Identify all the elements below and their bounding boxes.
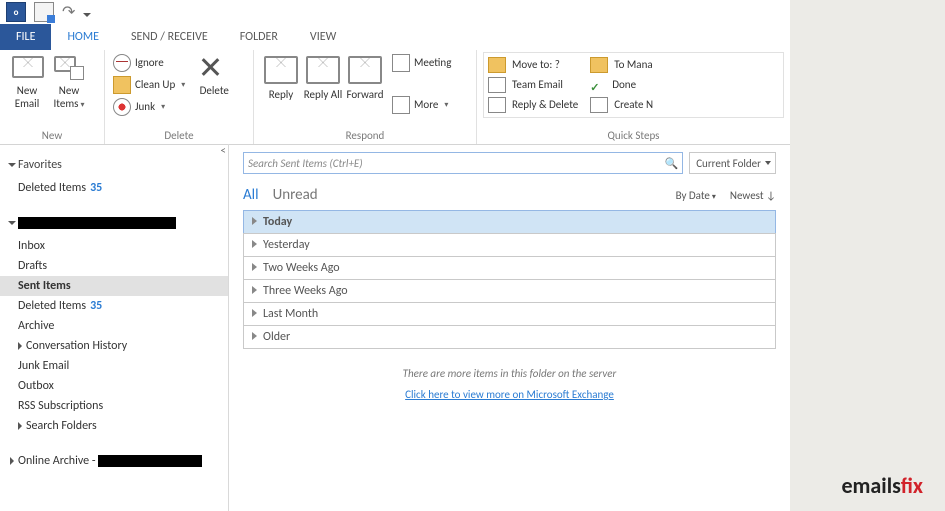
- outlook-icon: o: [6, 2, 26, 22]
- account-header[interactable]: [10, 216, 228, 230]
- group-today[interactable]: Today: [243, 210, 776, 233]
- undo-icon[interactable]: ↶: [62, 2, 75, 22]
- folder-pane: < Favorites Deleted Items35 Inbox Drafts…: [0, 144, 229, 511]
- delete-button[interactable]: Delete: [193, 52, 235, 97]
- nav-rss[interactable]: RSS Subscriptions: [0, 396, 228, 416]
- group-quick-steps-label: Quick Steps: [477, 128, 790, 144]
- nav-junk-email[interactable]: Junk Email: [0, 356, 228, 376]
- online-archive-header[interactable]: Online Archive -: [10, 454, 228, 468]
- delete-label: Delete: [200, 84, 229, 97]
- qs-create-new[interactable]: Create N: [590, 95, 653, 115]
- watermark: emailsfix: [841, 472, 923, 499]
- new-items-button[interactable]: New Items▾: [48, 52, 90, 112]
- collapse-nav-icon[interactable]: <: [221, 144, 226, 157]
- tab-folder[interactable]: FOLDER: [224, 24, 294, 50]
- new-items-label: New Items▾: [48, 84, 90, 112]
- qs-to-manager[interactable]: To Mana: [590, 55, 653, 75]
- nav-conversation-history[interactable]: Conversation History: [0, 336, 228, 356]
- nav-deleted-items[interactable]: Deleted Items35: [0, 296, 228, 316]
- fav-deleted-items[interactable]: Deleted Items35: [0, 178, 228, 198]
- group-older[interactable]: Older: [243, 325, 776, 349]
- nav-archive[interactable]: Archive: [0, 316, 228, 336]
- group-yesterday[interactable]: Yesterday: [243, 233, 776, 256]
- group-delete-label: Delete: [105, 128, 253, 144]
- tab-file[interactable]: FILE: [0, 24, 51, 50]
- qat-send-receive-icon[interactable]: [34, 2, 54, 22]
- date-groups: Today Yesterday Two Weeks Ago Three Week…: [243, 210, 776, 349]
- new-email-button[interactable]: New Email: [6, 52, 48, 110]
- search-input[interactable]: Search Sent Items (Ctrl+E)🔍: [243, 152, 683, 174]
- search-icon[interactable]: 🔍: [664, 157, 678, 170]
- qs-done[interactable]: ✓Done: [590, 75, 653, 95]
- ignore-button[interactable]: Ignore: [111, 52, 187, 74]
- message-list-pane: Search Sent Items (Ctrl+E)🔍 Current Fold…: [229, 144, 790, 511]
- nav-search-folders[interactable]: Search Folders: [0, 416, 228, 436]
- group-three-weeks[interactable]: Three Weeks Ago: [243, 279, 776, 302]
- more-respond-button[interactable]: More▾: [390, 94, 453, 116]
- search-scope-dropdown[interactable]: Current Folder: [689, 152, 776, 174]
- nav-drafts[interactable]: Drafts: [0, 256, 228, 276]
- tab-home[interactable]: HOME: [51, 24, 115, 50]
- nav-outbox[interactable]: Outbox: [0, 376, 228, 396]
- group-new-label: New: [0, 128, 104, 144]
- group-last-month[interactable]: Last Month: [243, 302, 776, 325]
- sort-arrow-icon: ↓: [766, 189, 776, 202]
- sort-newest[interactable]: Newest ↓: [730, 189, 776, 202]
- nav-sent-items[interactable]: Sent Items: [0, 276, 228, 296]
- nav-inbox[interactable]: Inbox: [0, 236, 228, 256]
- forward-button[interactable]: Forward: [344, 52, 386, 101]
- new-email-label: New Email: [6, 84, 48, 110]
- meeting-button[interactable]: Meeting: [390, 52, 453, 74]
- tab-send-receive[interactable]: SEND / RECEIVE: [115, 24, 224, 50]
- more-items-message: There are more items in this folder on t…: [243, 367, 776, 380]
- reply-all-button[interactable]: Reply All: [302, 52, 344, 101]
- sort-by-date[interactable]: By Date▾: [676, 189, 716, 202]
- qs-move-to[interactable]: Move to: ?: [488, 55, 578, 75]
- clean-up-button[interactable]: Clean Up▾: [111, 74, 187, 96]
- filter-all[interactable]: All: [243, 186, 259, 204]
- delete-x-icon: [199, 56, 229, 80]
- group-two-weeks[interactable]: Two Weeks Ago: [243, 256, 776, 279]
- view-more-exchange-link[interactable]: Click here to view more on Microsoft Exc…: [405, 388, 614, 401]
- junk-button[interactable]: Junk▾: [111, 96, 187, 118]
- tab-view[interactable]: VIEW: [294, 24, 352, 50]
- filter-unread[interactable]: Unread: [273, 186, 318, 204]
- favorites-header[interactable]: Favorites: [0, 158, 228, 178]
- qs-team-email[interactable]: Team Email: [488, 75, 578, 95]
- reply-button[interactable]: Reply: [260, 52, 302, 101]
- group-respond-label: Respond: [254, 128, 476, 144]
- qat-customize-icon[interactable]: [83, 13, 91, 17]
- qs-reply-delete[interactable]: Reply & Delete: [488, 95, 578, 115]
- ribbon-tabs: FILE HOME SEND / RECEIVE FOLDER VIEW: [0, 24, 790, 51]
